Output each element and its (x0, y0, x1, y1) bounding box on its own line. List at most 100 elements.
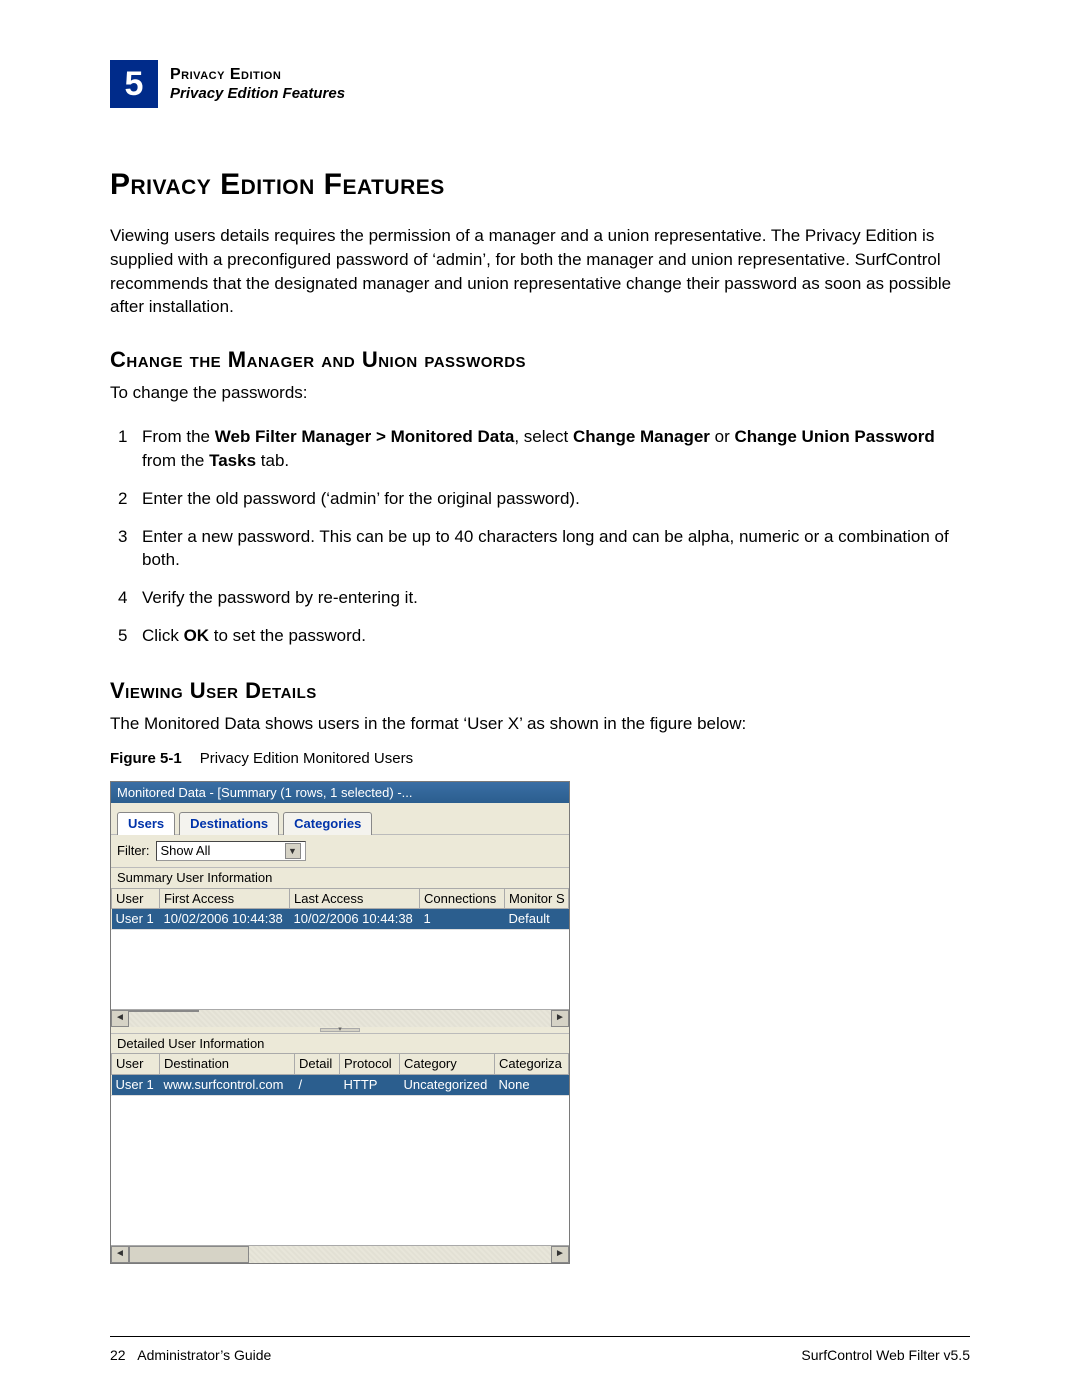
step-number: 4 (118, 586, 142, 610)
monitored-data-window: Monitored Data - [Summary (1 rows, 1 sel… (110, 781, 570, 1264)
col-last-access[interactable]: Last Access (290, 888, 420, 909)
cell-user: User 1 (112, 909, 160, 929)
t: to set the password. (209, 626, 366, 645)
section-viewing-user-details-heading: Viewing User Details (110, 678, 970, 704)
figure-caption: Figure 5-1 Privacy Edition Monitored User… (110, 750, 970, 767)
scroll-left-icon[interactable]: ◄ (111, 1246, 129, 1263)
header-title: Privacy Edition (170, 65, 345, 85)
summary-panel-label: Summary User Information (111, 867, 569, 888)
t: From the (142, 427, 215, 446)
col-connections[interactable]: Connections (420, 888, 505, 909)
cell-user: User 1 (112, 1074, 160, 1094)
t: Click (142, 626, 184, 645)
summary-header-row: User First Access Last Access Connection… (112, 888, 569, 909)
step-number: 5 (118, 624, 142, 648)
t: Change Manager (573, 427, 710, 446)
col-detail[interactable]: Detail (295, 1054, 340, 1075)
detail-table: User Destination Detail Protocol Categor… (111, 1053, 569, 1094)
t: Web Filter Manager > Monitored Data (215, 427, 515, 446)
t: from the (142, 451, 209, 470)
scroll-thumb[interactable] (129, 1246, 249, 1263)
step-number: 2 (118, 487, 142, 511)
cell-protocol: HTTP (340, 1074, 400, 1094)
step-2: 2 Enter the old password (‘admin’ for th… (118, 481, 970, 511)
col-user[interactable]: User (112, 1054, 160, 1075)
tabs-row: Users Destinations Categories (111, 803, 569, 834)
filter-select[interactable]: Show All ▼ (156, 841, 306, 861)
tab-categories[interactable]: Categories (283, 812, 372, 835)
chevron-down-icon[interactable]: ▼ (285, 843, 301, 859)
col-category[interactable]: Category (400, 1054, 495, 1075)
cell-destination: www.surfcontrol.com (160, 1074, 295, 1094)
col-user[interactable]: User (112, 888, 160, 909)
intro-paragraph: Viewing users details requires the permi… (110, 224, 970, 319)
step-text: Verify the password by re-entering it. (142, 586, 970, 610)
chapter-number-badge: 5 (110, 60, 158, 108)
footer-right: SurfControl Web Filter v5.5 (801, 1347, 970, 1363)
filter-row: Filter: Show All ▼ (111, 834, 569, 867)
detail-row[interactable]: User 1 www.surfcontrol.com / HTTP Uncate… (112, 1074, 569, 1094)
tab-users[interactable]: Users (117, 812, 175, 835)
step-text: Enter a new password. This can be up to … (142, 525, 970, 573)
header-subtitle: Privacy Edition Features (170, 85, 345, 104)
t: , select (514, 427, 573, 446)
step-text: Enter the old password (‘admin’ for the … (142, 487, 970, 511)
scroll-right-icon[interactable]: ► (551, 1246, 569, 1263)
step-4: 4 Verify the password by re-entering it. (118, 580, 970, 610)
figure-caption-text: Privacy Edition Monitored Users (200, 750, 413, 767)
page-number: 22 (110, 1347, 126, 1363)
scroll-right-icon[interactable]: ► (551, 1010, 569, 1027)
col-first-access[interactable]: First Access (160, 888, 290, 909)
footer-left-text: Administrator’s Guide (137, 1347, 271, 1363)
summary-scrollbar[interactable]: ◄ ► (111, 1009, 569, 1027)
detail-scrollbar[interactable]: ◄ ► (111, 1245, 569, 1263)
scroll-left-icon[interactable]: ◄ (111, 1010, 129, 1027)
cell-category: Uncategorized (400, 1074, 495, 1094)
step-3: 3 Enter a new password. This can be up t… (118, 519, 970, 573)
step-number: 3 (118, 525, 142, 573)
t: Change Union Password (734, 427, 934, 446)
cell-monitor: Default (505, 909, 569, 929)
footer-rule (110, 1336, 970, 1337)
section2-lead: The Monitored Data shows users in the fo… (110, 714, 970, 734)
filter-value: Show All (161, 843, 211, 859)
cell-last-access: 10/02/2006 10:44:38 (290, 909, 420, 929)
scroll-track[interactable] (249, 1246, 551, 1263)
step-number: 1 (118, 425, 142, 473)
filter-label: Filter: (117, 843, 150, 859)
step-5: 5 Click OK to set the password. (118, 618, 970, 648)
section1-lead: To change the passwords: (110, 383, 970, 403)
summary-table: User First Access Last Access Connection… (111, 888, 569, 929)
detail-empty-area (111, 1095, 569, 1245)
step-text: Click OK to set the password. (142, 624, 970, 648)
window-titlebar: Monitored Data - [Summary (1 rows, 1 sel… (111, 782, 569, 804)
summary-row[interactable]: User 1 10/02/2006 10:44:38 10/02/2006 10… (112, 909, 569, 929)
step-1: 1 From the Web Filter Manager > Monitore… (118, 419, 970, 473)
section-change-passwords-heading: Change the Manager and Union passwords (110, 347, 970, 373)
t: or (710, 427, 735, 446)
step-text: From the Web Filter Manager > Monitored … (142, 425, 970, 473)
col-monitor[interactable]: Monitor S (505, 888, 569, 909)
t: Tasks (209, 451, 256, 470)
header-text-block: Privacy Edition Privacy Edition Features (170, 65, 345, 104)
steps-list: 1 From the Web Filter Manager > Monitore… (118, 419, 970, 648)
col-categorization[interactable]: Categoriza (495, 1054, 569, 1075)
page-title: Privacy Edition Features (110, 168, 970, 202)
col-protocol[interactable]: Protocol (340, 1054, 400, 1075)
col-destination[interactable]: Destination (160, 1054, 295, 1075)
page-header: 5 Privacy Edition Privacy Edition Featur… (110, 60, 970, 108)
cell-categorization: None (495, 1074, 569, 1094)
scroll-track[interactable] (129, 1010, 551, 1027)
cell-first-access: 10/02/2006 10:44:38 (160, 909, 290, 929)
detail-header-row: User Destination Detail Protocol Categor… (112, 1054, 569, 1075)
footer-left: 22 Administrator’s Guide (110, 1347, 271, 1363)
cell-connections: 1 (420, 909, 505, 929)
detail-panel-label: Detailed User Information (111, 1033, 569, 1054)
t: OK (184, 626, 210, 645)
footer: 22 Administrator’s Guide SurfControl Web… (110, 1347, 970, 1363)
scroll-thumb[interactable] (129, 1010, 199, 1012)
figure-label: Figure 5-1 (110, 750, 182, 767)
summary-empty-area (111, 929, 569, 1009)
t: tab. (256, 451, 289, 470)
tab-destinations[interactable]: Destinations (179, 812, 279, 835)
